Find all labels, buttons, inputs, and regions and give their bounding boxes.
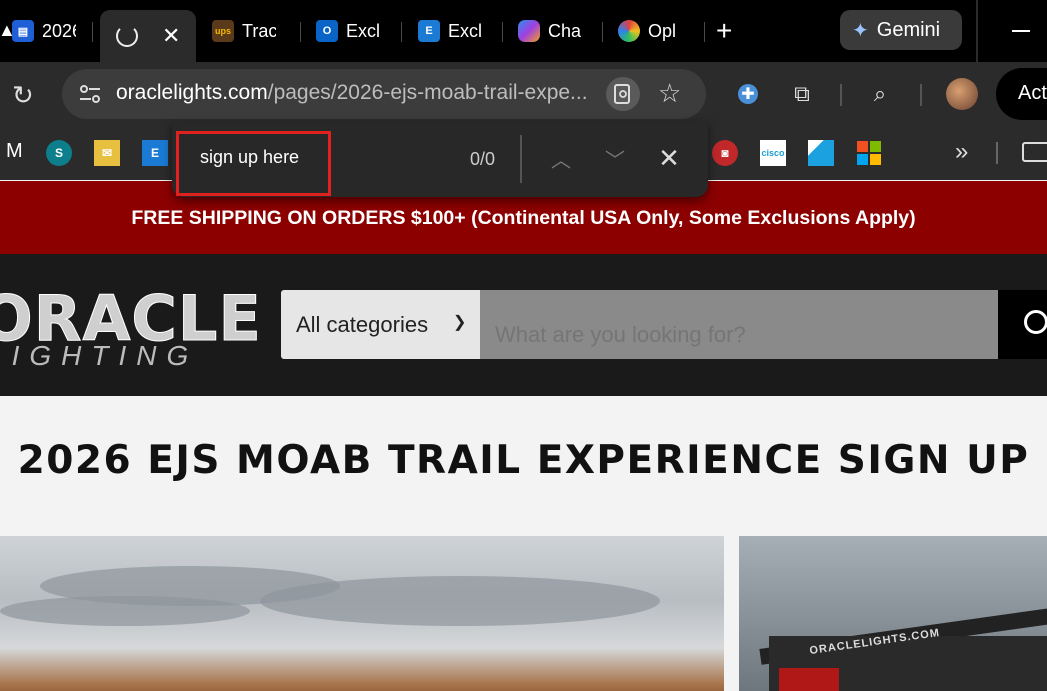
screen-search-icon[interactable]: ⌕ xyxy=(866,80,894,108)
tab-oracle[interactable]: ▲ ▤ 2026 xyxy=(0,8,76,54)
exchange-bookmark-icon[interactable]: E xyxy=(142,140,168,166)
copilot-icon xyxy=(518,20,540,42)
gemini-label: Gemini xyxy=(876,18,941,41)
tab-separator xyxy=(92,22,93,42)
url-path: /pages/2026-ejs-moab-trail-expe... xyxy=(267,81,588,104)
tab-ups[interactable]: ups Trac xyxy=(212,8,276,54)
tab-separator xyxy=(602,22,603,42)
search-icon xyxy=(1024,310,1047,334)
tab-copilot[interactable]: Cha xyxy=(518,8,582,54)
find-bar: sign up here 0/0 ︿ ﹀ ✕ xyxy=(172,121,708,197)
search-button[interactable] xyxy=(998,290,1047,359)
tab-strip: ▲ ▤ 2026 ✕ ups Trac O Excl E Excl Cha Op… xyxy=(0,0,1047,62)
sharepoint-icon[interactable]: S xyxy=(46,140,72,166)
document-search-icon xyxy=(614,84,630,104)
gemini-button[interactable]: ✦ Gemini xyxy=(840,10,962,50)
tab-opal[interactable]: Opl xyxy=(618,8,682,54)
oracle-lighting-logo[interactable]: ORACLE LIGHTING xyxy=(0,282,261,372)
tab-title: Cha xyxy=(548,20,582,41)
site-header: ORACLE LIGHTING All categories ❯ xyxy=(0,254,1047,396)
bookmark-m[interactable]: M xyxy=(6,140,23,163)
folder-icon[interactable] xyxy=(1022,142,1047,162)
tab-title: 2026 xyxy=(42,20,76,41)
outlook-icon: O xyxy=(316,20,338,42)
hero-image-landscape xyxy=(0,536,724,691)
tab-active[interactable]: ✕ xyxy=(100,10,196,62)
reload-icon[interactable]: ↻ xyxy=(12,82,34,108)
find-previous-icon[interactable]: ︿ xyxy=(546,143,576,173)
exchange-icon: E xyxy=(418,20,440,42)
ups-icon: ups xyxy=(212,20,234,42)
tab-separator xyxy=(704,22,705,42)
new-tab-button[interactable]: + xyxy=(716,17,732,45)
toolbar-separator xyxy=(920,84,922,106)
tab-title: Excl xyxy=(448,20,482,41)
extensions-puzzle-icon[interactable]: ⧉ xyxy=(788,80,816,108)
opal-icon xyxy=(618,20,640,42)
tab-separator xyxy=(502,22,503,42)
profile-activity-button[interactable]: Acti xyxy=(996,68,1047,120)
hero-image-vehicle: ORACLELIGHTS.COM xyxy=(739,536,1047,691)
minimize-button[interactable] xyxy=(1012,30,1030,32)
url-text[interactable]: oraclelights.com/pages/2026-ejs-moab-tra… xyxy=(116,81,588,105)
tab-title: Excl xyxy=(346,20,380,41)
mail-icon[interactable]: ✉ xyxy=(94,140,120,166)
logo-sub-text: LIGHTING xyxy=(0,340,199,371)
more-bookmarks-icon[interactable]: » xyxy=(955,138,968,166)
profile-avatar[interactable] xyxy=(946,78,978,110)
category-select-value: All categories xyxy=(296,312,429,337)
address-bar[interactable]: oraclelights.com/pages/2026-ejs-moab-tra… xyxy=(62,69,706,119)
bookmark-star-icon[interactable]: ☆ xyxy=(658,78,681,108)
tab-title: Opl xyxy=(648,20,677,41)
bookmarks-separator xyxy=(996,142,998,164)
tab-separator xyxy=(401,22,402,42)
search-input[interactable] xyxy=(480,290,998,359)
page-title: 2026 EJS MOAB TRAIL EXPERIENCE SIGN UP xyxy=(17,438,1030,483)
cloud-shape xyxy=(260,576,660,626)
loading-icon xyxy=(116,25,138,47)
tab-separator xyxy=(300,22,301,42)
find-close-icon[interactable]: ✕ xyxy=(654,141,684,175)
tab-exchange[interactable]: E Excl xyxy=(418,8,482,54)
red-app-icon[interactable]: ◙ xyxy=(712,140,738,166)
category-select[interactable]: All categories ❯ xyxy=(281,290,480,359)
url-host: oraclelights.com xyxy=(116,81,268,104)
cisco-icon[interactable]: cisco xyxy=(760,140,786,166)
vehicle-red-panel xyxy=(779,668,839,691)
chevron-down-icon: ❯ xyxy=(453,314,467,331)
cloud-shape xyxy=(0,596,250,626)
find-input-highlight xyxy=(176,131,331,196)
find-separator xyxy=(520,135,522,183)
microsoft-icon[interactable] xyxy=(856,140,882,166)
gemini-icon: ✦ xyxy=(852,19,869,42)
tab-title: Trac xyxy=(242,20,276,41)
tab-outlook[interactable]: O Excl xyxy=(316,8,380,54)
close-tab-icon[interactable]: ✕ xyxy=(162,23,180,49)
mouse-cursor-icon: ▲ xyxy=(0,20,16,40)
site-info-icon[interactable] xyxy=(78,82,102,106)
reading-mode-button[interactable] xyxy=(606,77,640,111)
microsoft-logo xyxy=(857,141,881,165)
extension-plus-icon[interactable]: ✚ xyxy=(734,80,762,108)
tiles-app-icon[interactable] xyxy=(808,140,834,166)
find-match-count: 0/0 xyxy=(470,149,496,169)
toolbar-separator xyxy=(840,84,842,106)
browser-toolbar: ↻ oraclelights.com/pages/2026-ejs-moab-t… xyxy=(0,62,1047,128)
find-next-icon[interactable]: ﹀ xyxy=(600,143,630,173)
strip-divider xyxy=(976,0,978,62)
